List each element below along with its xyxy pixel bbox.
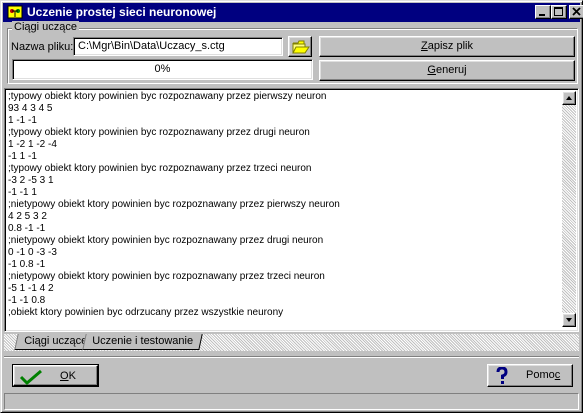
help-label: Pomoc [526, 369, 560, 381]
ok-label-rest: K [68, 370, 76, 382]
tab-training-testing-label: Uczenie i testowanie [92, 335, 194, 347]
scroll-up-button[interactable] [562, 91, 576, 105]
groupbox-legend: Ciągi uczące [12, 21, 79, 33]
ok-label: OK [60, 370, 76, 382]
text-line: -1 -1 0.8 [8, 295, 46, 306]
text-line: 4 2 5 3 2 [8, 211, 47, 222]
ok-button-face: OK [13, 365, 98, 386]
text-line: ;nietypowy obiekt ktory powinien byc roz… [8, 271, 325, 282]
text-line: 1 -2 1 -2 -4 [8, 139, 57, 150]
scroll-down-button[interactable] [562, 313, 576, 327]
help-label-hotkey: c [554, 369, 561, 381]
app-icon[interactable] [7, 4, 23, 20]
browse-button[interactable] [288, 36, 312, 57]
minimize-button[interactable] [535, 5, 551, 19]
window-title: Uczenie prostej sieci neuronowej [27, 5, 217, 19]
minimize-icon [539, 14, 545, 16]
save-label-hotkey: Z [421, 40, 428, 52]
progress-bar: 0% [12, 59, 313, 80]
ok-label-hotkey: O [60, 370, 69, 382]
text-line: ;obiekt ktory powinien byc odrzucany prz… [8, 307, 284, 318]
generate-button[interactable]: Generuj [319, 60, 575, 81]
help-button[interactable]: Pomoc [487, 364, 573, 387]
help-label-prefix: Pomo [526, 369, 555, 381]
title-bar[interactable]: Uczenie prostej sieci neuronowej [3, 3, 583, 22]
file-name-input[interactable]: C:\Mgr\Bin\Data\Uczacy_s.ctg [73, 37, 283, 56]
arrow-up-icon [566, 96, 572, 100]
maximize-icon [554, 7, 563, 16]
text-lines: ;typowy obiekt ktory powinien byc rozpoz… [8, 91, 561, 327]
separator [4, 356, 579, 358]
text-line: ;typowy obiekt ktory powinien byc rozpoz… [8, 127, 310, 138]
text-line: -1 0.8 -1 [8, 259, 46, 270]
main-window: Uczenie prostej sieci neuronowej Ciągi u… [0, 0, 583, 413]
text-line: ;typowy obiekt ktory powinien byc rozpoz… [8, 163, 312, 174]
text-line: 0 -1 0 -3 -3 [8, 247, 57, 258]
save-file-button[interactable]: Zapisz plik [319, 36, 575, 57]
tab-training-sets-label: Ciągi uczące [24, 335, 88, 347]
text-line: -1 -1 1 [8, 187, 37, 198]
close-button[interactable] [569, 5, 583, 19]
ok-button[interactable]: OK [12, 364, 99, 387]
arrow-down-icon [566, 318, 572, 322]
status-bar [4, 393, 579, 410]
question-icon [496, 367, 508, 384]
file-name-label: Nazwa pliku: [11, 41, 74, 53]
text-line: 0.8 -1 -1 [8, 223, 46, 234]
text-line: 93 4 3 4 5 [8, 103, 53, 114]
text-line: ;nietypowy obiekt ktory powinien byc roz… [8, 199, 340, 210]
vertical-scrollbar[interactable] [562, 91, 576, 327]
tab-training-testing[interactable]: Uczenie i testowanie [82, 334, 203, 350]
text-line: -1 1 -1 [8, 151, 37, 162]
progress-text: 0% [154, 63, 171, 75]
status-cell [4, 393, 579, 410]
save-label-rest: apisz plik [427, 40, 473, 52]
generate-label-hotkey: G [427, 64, 436, 76]
training-data-textarea[interactable]: ;typowy obiekt ktory powinien byc rozpoz… [4, 88, 579, 332]
text-line: -5 1 -1 4 2 [8, 283, 54, 294]
folder-open-icon [292, 40, 310, 54]
text-line: ;nietypowy obiekt ktory powinien byc roz… [8, 235, 324, 246]
checkmark-icon [19, 369, 42, 385]
generate-label-rest: eneruj [435, 64, 467, 76]
text-line: ;typowy obiekt ktory powinien byc rozpoz… [8, 91, 327, 102]
tab-strip: Ciągi uczące Uczenie i testowanie [4, 334, 579, 351]
text-line: -3 2 -5 3 1 [8, 175, 54, 186]
maximize-button[interactable] [551, 5, 567, 19]
close-icon [572, 7, 581, 16]
text-line: 1 -1 -1 [8, 115, 37, 126]
